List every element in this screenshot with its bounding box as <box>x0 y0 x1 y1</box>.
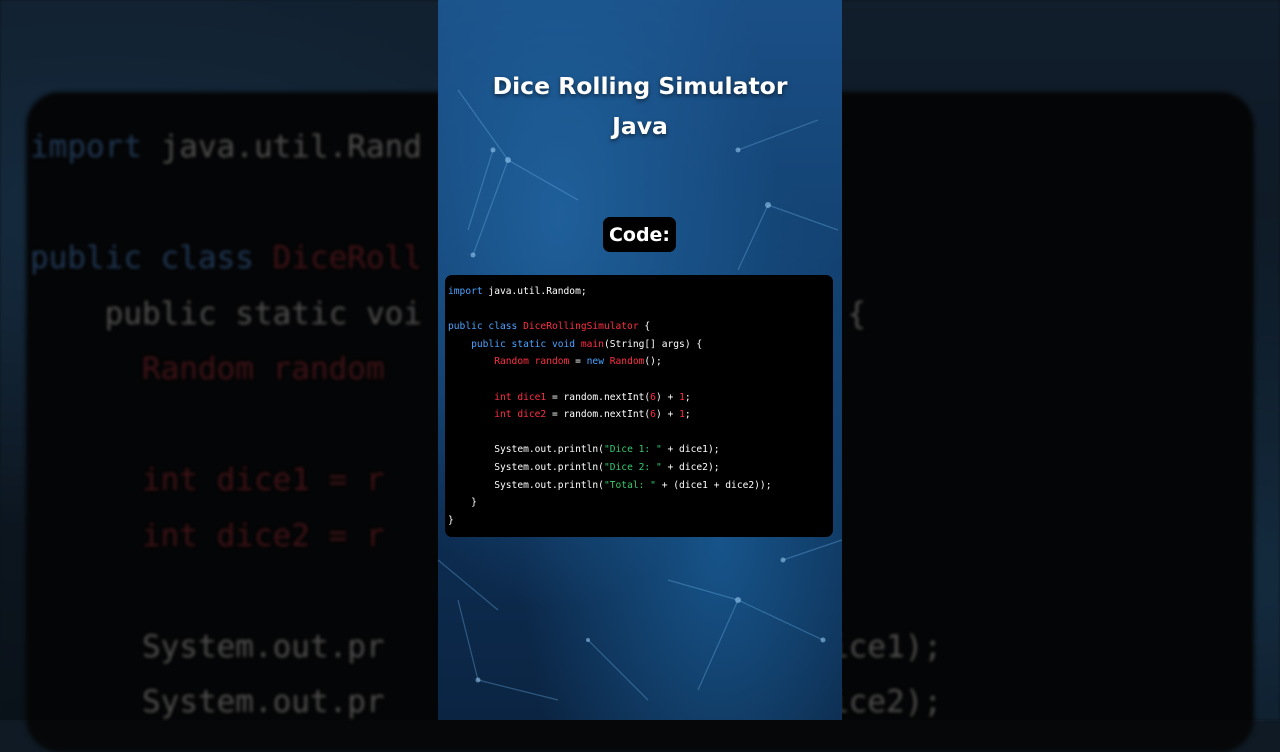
code-token: ; <box>684 409 691 421</box>
code-line: int dice1 = random.nextInt(6) + 1; <box>448 389 771 407</box>
video-frame: Dice Rolling Simulator Java Code: import… <box>438 0 842 720</box>
code-token: Random random <box>494 356 570 368</box>
code-token: (String[] args) { <box>603 338 703 350</box>
code-token: java.util.Random; <box>482 286 587 297</box>
code-token: + dice1); <box>661 444 720 456</box>
code-line: } <box>448 512 771 530</box>
code-token: + dice2); <box>661 461 720 473</box>
title-line-2: Java <box>612 112 668 140</box>
code-token: + (dice1 + dice2)); <box>655 479 772 491</box>
code-token: } <box>471 497 477 509</box>
code-token: DiceRollingSimulator <box>523 321 639 333</box>
code-token: "Total: " <box>603 479 656 491</box>
code-token: System.out.println( <box>494 444 604 456</box>
code-token: public class <box>448 321 518 333</box>
code-token: int dice1 <box>494 391 547 403</box>
code-token: "Dice 2: " <box>603 461 662 473</box>
code-token: ) + <box>655 391 680 403</box>
code-token: (); <box>644 356 662 368</box>
code-line: public class DiceRollingSimulator { <box>448 318 771 336</box>
code-token: import <box>448 286 483 297</box>
code-token: main <box>580 338 604 350</box>
code-token: "Dice 1: " <box>603 444 662 456</box>
code-token: new <box>586 356 604 368</box>
code-token: } <box>448 514 454 526</box>
code-line: import java.util.Random; <box>448 283 771 301</box>
code-line: System.out.println("Dice 2: " + dice2); <box>448 459 771 477</box>
code-line: int dice2 = random.nextInt(6) + 1; <box>448 406 771 424</box>
title-line-1: Dice Rolling Simulator <box>492 72 788 100</box>
code-label-badge: Code: <box>603 217 676 252</box>
code-line: Random random = new Random(); <box>448 353 771 371</box>
code-token: public static void <box>471 338 576 350</box>
code-line: } <box>448 494 771 512</box>
code-line: System.out.println("Dice 1: " + dice1); <box>448 441 771 459</box>
code-token: = <box>569 356 587 368</box>
code-token: { <box>638 321 651 333</box>
code-snippet-card: import java.util.Random; public class Dic… <box>445 275 833 537</box>
code-token: System.out.println( <box>494 479 604 491</box>
code-token: = random.nextInt( <box>546 391 651 403</box>
video-title: Dice Rolling Simulator Java <box>438 66 842 146</box>
code-token: System.out.println( <box>494 461 604 473</box>
code-token: ; <box>684 391 691 403</box>
code-line: public static void main(String[] args) { <box>448 336 771 354</box>
code-token: int dice2 <box>494 409 547 421</box>
code-token: = random.nextInt( <box>546 409 651 421</box>
code-snippet: import java.util.Random; public class Dic… <box>448 283 771 529</box>
code-token: ) + <box>655 409 680 421</box>
code-line: System.out.println("Total: " + (dice1 + … <box>448 477 771 495</box>
code-token: Random <box>609 356 645 368</box>
